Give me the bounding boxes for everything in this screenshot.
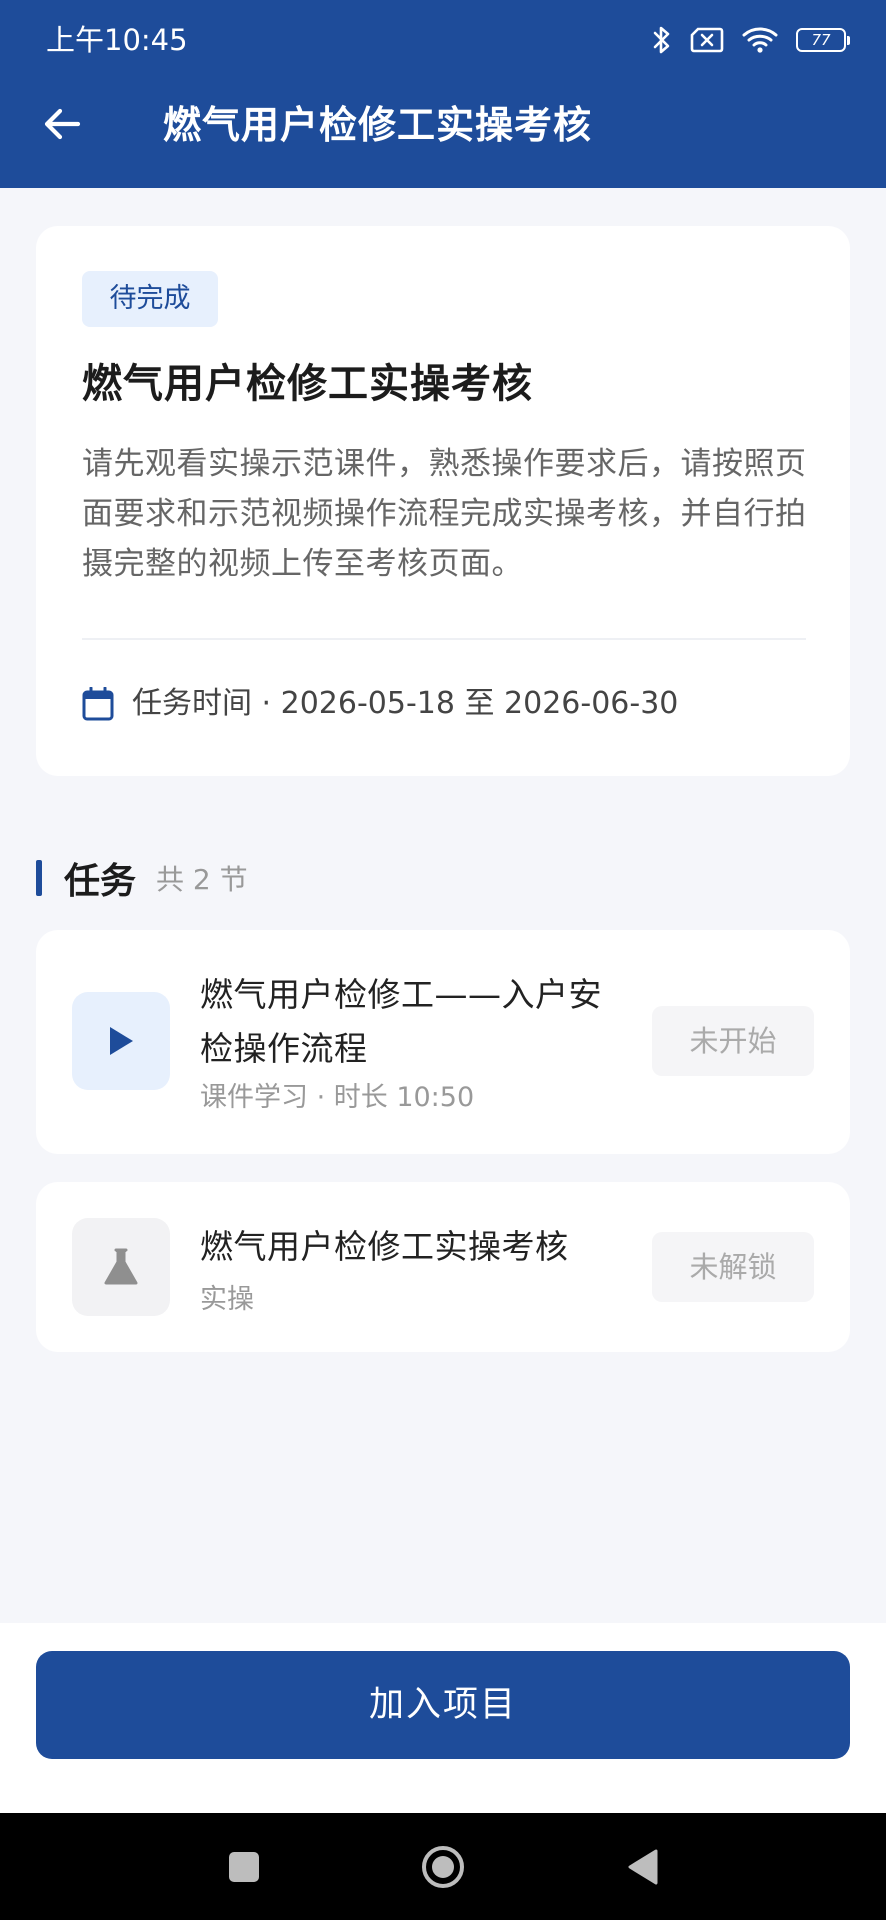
section-title: 任务 [64,861,137,902]
recents-square-icon [228,1851,259,1882]
home-circle-icon [421,1845,464,1888]
home-button[interactable] [389,1813,496,1920]
page-title: 燃气用户检修工实操考核 [163,103,593,147]
no-sim-icon [690,27,724,53]
status-badge: 待完成 [82,271,218,327]
play-icon [110,1027,133,1055]
back-button[interactable] [38,100,86,148]
section-count: 共 2 节 [156,863,248,896]
wifi-icon [742,26,778,54]
task-name: 燃气用户检修工实操考核 [200,1227,569,1266]
battery-icon: 77 [796,28,850,52]
section-accent-bar [36,860,42,896]
task-item[interactable]: 燃气用户检修工——入户安检操作流程 课件学习 · 时长 10:50 未开始 [36,930,850,1154]
task-time-text: 任务时间 · 2026-05-18 至 2026-06-30 [132,686,679,721]
app-header: 上午10:45 77 燃气用户检修工实操考核 [0,0,886,188]
status-time: 上午10:45 [46,23,188,57]
task-item[interactable]: 燃气用户检修工实操考核 实操 未解锁 [36,1182,850,1352]
system-back-button[interactable] [589,1813,696,1920]
join-project-button[interactable]: 加入项目 [36,1651,850,1759]
task-thumbnail [72,1218,170,1316]
bottom-action-bar: 加入项目 [0,1623,886,1813]
task-status-button[interactable]: 未开始 [652,1006,814,1076]
tasks-section-header: 任务 共 2 节 [36,852,248,904]
calendar-icon [82,687,114,721]
project-description: 请先观看实操示范课件，熟悉操作要求后，请按照页面要求和示范视频操作流程完成实操考… [82,446,807,582]
project-title: 燃气用户检修工实操考核 [82,361,533,407]
task-time-row: 任务时间 · 2026-05-18 至 2026-06-30 [82,682,678,726]
task-meta: 课件学习 · 时长 10:50 [200,1082,475,1113]
task-thumbnail [72,992,170,1090]
task-name: 燃气用户检修工——入户安检操作流程 [200,975,602,1068]
system-navigation-bar [0,1813,886,1920]
task-meta: 实操 [200,1284,254,1315]
status-icons: 77 [652,22,850,58]
bluetooth-icon [652,24,672,56]
back-triangle-icon [628,1849,657,1884]
arrow-left-icon [44,108,81,140]
flask-icon [104,1248,138,1285]
recents-button[interactable] [190,1813,297,1920]
divider [82,638,806,640]
project-info-card: 待完成 燃气用户检修工实操考核 请先观看实操示范课件，熟悉操作要求后，请按照页面… [36,226,850,776]
task-status-button[interactable]: 未解锁 [652,1232,814,1302]
